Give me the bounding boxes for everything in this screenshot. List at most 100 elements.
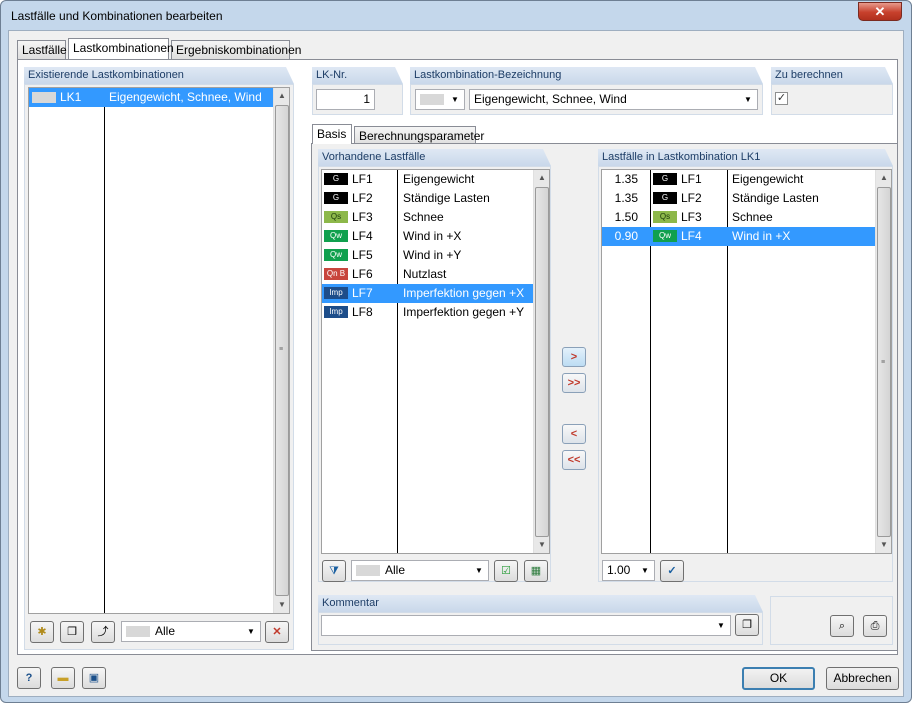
new-combination-button[interactable]: ✱ — [30, 621, 54, 643]
tab-lastfaelle[interactable]: Lastfälle — [17, 40, 67, 59]
open-button[interactable]: ▬ — [51, 667, 75, 689]
color-swatch — [420, 94, 444, 105]
list-item[interactable]: 1.35 G LF1 Eigengewicht — [602, 170, 875, 189]
list-item[interactable]: Imp LF7 Imperfektion gegen +X — [322, 284, 533, 303]
factor-cell: 1.50 — [614, 210, 638, 224]
apply-factor-button[interactable]: ✓ — [660, 560, 684, 582]
magnifier-icon: ⌕ — [838, 620, 846, 632]
select-all-button[interactable]: ☑ — [494, 560, 518, 582]
scroll-down-arrow[interactable]: ▼ — [274, 597, 289, 613]
library-icon: ❐ — [742, 619, 752, 631]
delete-combination-button[interactable]: ✕ — [265, 621, 289, 643]
basis-tab-panel: Vorhandene Lastfälle G LF1 Eigengewicht G… — [311, 143, 898, 651]
list-item[interactable]: LK1 Eigengewicht, Schnee, Wind — [29, 88, 273, 107]
combinations-list[interactable]: LK1 Eigengewicht, Schnee, Wind ▲ ≡ ▼ — [28, 87, 290, 614]
list-item[interactable]: Qw LF4 Wind in +X — [322, 227, 533, 246]
tab-lastkombinationen[interactable]: Lastkombinationen — [68, 38, 174, 59]
combination-loadcases-list[interactable]: 1.35 G LF1 Eigengewicht 1.35 G LF2 Ständi… — [601, 169, 892, 554]
left-scrollbar[interactable]: ▲ ≡ ▼ — [273, 88, 289, 613]
designation-select[interactable]: Eigengewicht, Schnee, Wind ▼ — [469, 89, 758, 110]
loadcase-name: Wind in +Y — [403, 248, 462, 262]
loadcase-id: LF7 — [352, 286, 373, 300]
dialog-window: Lastfälle und Kombinationen bearbeiten ✕… — [0, 0, 912, 703]
loadcase-name: Schnee — [732, 210, 773, 224]
scroll-thumb[interactable]: ≡ — [275, 105, 289, 596]
calculate-checkbox[interactable]: ✓ — [775, 92, 788, 105]
list-item[interactable]: Qn B LF6 Nutzlast — [322, 265, 533, 284]
available-filter-select[interactable]: Alle ▼ — [351, 560, 489, 581]
tab-basis[interactable]: Basis — [312, 124, 352, 144]
list-item[interactable]: 0.90 Qw LF4 Wind in +X — [602, 227, 875, 246]
scroll-thumb[interactable]: ≡ — [877, 187, 891, 537]
factor-select[interactable]: 1.00 ▼ — [602, 560, 655, 581]
filter-icon: ⧩ — [329, 565, 339, 577]
loadcase-id: LF4 — [681, 229, 702, 243]
existing-combinations-header: Existierende Lastkombinationen — [24, 67, 294, 84]
loadtype-badge: Qw — [324, 230, 348, 242]
generate-combination-button[interactable]: ⤴ — [91, 621, 115, 643]
help-button[interactable]: ? — [17, 667, 41, 689]
combination-loadcases-group: 1.35 G LF1 Eigengewicht 1.35 G LF2 Ständi… — [598, 166, 893, 582]
filter-button[interactable]: ⧩ — [322, 560, 346, 582]
calculate-group: ✓ — [771, 84, 893, 115]
list-item[interactable]: Imp LF8 Imperfektion gegen +Y — [322, 303, 533, 322]
chevron-down-icon: ▼ — [475, 566, 483, 575]
loadcase-id: LF3 — [681, 210, 702, 224]
available-loadcases-group: G LF1 Eigengewicht G LF2 Ständige Lasten Q… — [318, 166, 551, 582]
zoom-button[interactable]: ⌕ — [830, 615, 854, 637]
designation-header: Lastkombination-Bezeichnung — [410, 67, 763, 84]
loadcase-id: LF2 — [681, 191, 702, 205]
check-list-icon: ☑ — [501, 565, 511, 577]
scroll-up-arrow[interactable]: ▲ — [534, 170, 549, 186]
loadcase-id: LF2 — [352, 191, 373, 205]
comment-select[interactable]: ▼ — [321, 615, 731, 636]
ok-button[interactable]: OK — [742, 667, 815, 690]
chevron-down-icon: ▼ — [717, 621, 725, 630]
list-item[interactable]: Qw LF5 Wind in +Y — [322, 246, 533, 265]
loadcase-id: LF8 — [352, 305, 373, 319]
list-item[interactable]: 1.50 Qs LF3 Schnee — [602, 208, 875, 227]
loadcase-id: LF4 — [352, 229, 373, 243]
comment-library-button[interactable]: ❐ — [735, 614, 759, 636]
title-bar: Lastfälle und Kombinationen bearbeiten ✕ — [1, 1, 911, 31]
print-button[interactable]: ⎙ — [863, 615, 887, 637]
combination-loadcases-header: Lastfälle in Lastkombination LK1 — [598, 149, 893, 166]
lk-nr-field[interactable]: 1 — [316, 89, 375, 110]
scroll-down-arrow[interactable]: ▼ — [876, 537, 891, 553]
combination-name: Eigengewicht, Schnee, Wind — [109, 90, 262, 104]
copy-icon: ❐ — [67, 626, 77, 638]
left-filter-select[interactable]: Alle ▼ — [121, 621, 261, 642]
loadtype-badge: Qs — [653, 211, 677, 223]
copy-combination-button[interactable]: ❐ — [60, 621, 84, 643]
list-item[interactable]: G LF1 Eigengewicht — [322, 170, 533, 189]
loadcase-name: Eigengewicht — [732, 172, 804, 186]
scroll-thumb[interactable] — [535, 187, 549, 537]
list-item[interactable]: Qs LF3 Schnee — [322, 208, 533, 227]
combination-scrollbar[interactable]: ▲ ≡ ▼ — [875, 170, 891, 553]
scroll-down-arrow[interactable]: ▼ — [534, 537, 549, 553]
lk-nr-group: 1 — [312, 84, 403, 115]
list-item[interactable]: 1.35 G LF2 Ständige Lasten — [602, 189, 875, 208]
color-select[interactable]: ▼ — [415, 89, 465, 110]
list-item[interactable]: G LF2 Ständige Lasten — [322, 189, 533, 208]
tab-ergebniskombinationen[interactable]: Ergebniskombinationen — [171, 40, 301, 59]
scroll-up-arrow[interactable]: ▲ — [274, 88, 289, 104]
loadtype-badge: G — [324, 192, 348, 204]
new-document-icon: ✱ — [37, 626, 47, 638]
remove-button[interactable]: < — [562, 424, 586, 444]
invert-selection-button[interactable]: ▦ — [524, 560, 548, 582]
add-button[interactable]: > — [562, 347, 586, 367]
close-button[interactable]: ✕ — [858, 2, 902, 21]
loadcase-name: Imperfektion gegen +Y — [403, 305, 525, 319]
save-button[interactable]: ▣ — [82, 667, 106, 689]
calculate-header: Zu berechnen — [771, 67, 893, 84]
cancel-button[interactable]: Abbrechen — [826, 667, 899, 690]
add-all-button[interactable]: >> — [562, 373, 586, 393]
loadcase-id: LF1 — [352, 172, 373, 186]
available-scrollbar[interactable]: ▲ ▼ — [533, 170, 549, 553]
available-loadcases-list[interactable]: G LF1 Eigengewicht G LF2 Ständige Lasten Q… — [321, 169, 550, 554]
loadcase-name: Ständige Lasten — [732, 191, 819, 205]
scroll-up-arrow[interactable]: ▲ — [876, 170, 891, 186]
existing-combinations-group: LK1 Eigengewicht, Schnee, Wind ▲ ≡ ▼ ✱ ❐… — [24, 84, 294, 650]
remove-all-button[interactable]: << — [562, 450, 586, 470]
